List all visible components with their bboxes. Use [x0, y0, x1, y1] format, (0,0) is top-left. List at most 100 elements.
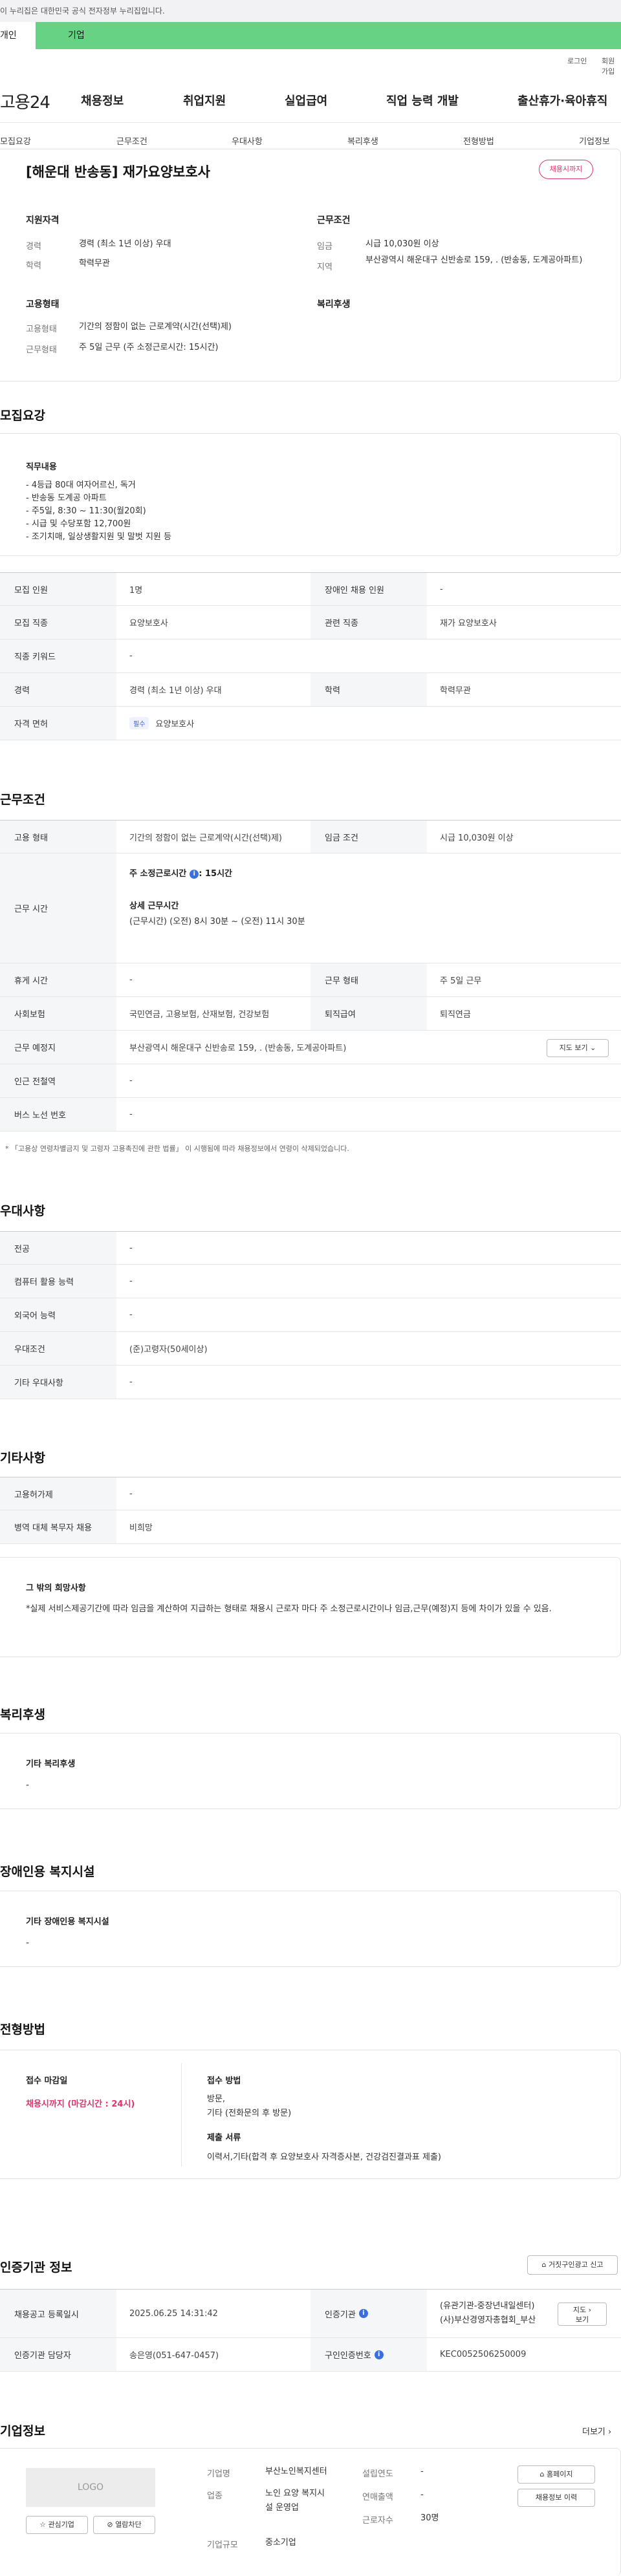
subnav-conditions[interactable]: 근무조건	[116, 134, 147, 147]
weekly-hours-label: 주 소정근로시간	[129, 869, 187, 879]
company-box: LOGO ☆ 관심기업 ⊘ 열람차단 기업명 부산노인복지센터 업종 노인 요양…	[0, 2448, 621, 2576]
gnb-item-leave[interactable]: 출산휴가·육아휴직	[518, 92, 607, 109]
gov-notice-text: 이 누리집은 대한민국 공식 전자정부 누리집입니다.	[0, 6, 165, 16]
join-link[interactable]: 회원가입	[602, 56, 621, 76]
company-more-link[interactable]: 더보기 ›	[582, 2425, 611, 2437]
table-row: 인증기관 담당자 송은영(051-647-0457) 구인인증번호 i KEC00…	[0, 2338, 621, 2372]
region-value: 부산광역시 해운대구 신반송로 159, . (반송동, 도계공아파트)	[365, 255, 583, 265]
info-icon[interactable]: i	[358, 2309, 368, 2318]
duties-line: - 주5일, 8:30 ~ 11:30(월20회)	[26, 506, 146, 516]
table-cell: 기간의 정함이 없는 근로계약(시간(선택)제)	[129, 833, 283, 843]
industry-value: 노인 요양 복지시	[265, 2489, 325, 2498]
employment-type-value: 기간의 정함이 없는 근로계약(시간(선택)제)	[79, 322, 232, 332]
org-value: (유관기관-중장년내일센터)	[440, 2301, 535, 2311]
founded-label: 설립연도	[362, 2469, 393, 2479]
table-header: 고용 형태	[0, 821, 116, 853]
org-map-label: 보기	[575, 2315, 589, 2324]
subnav-company[interactable]: 기업정보	[579, 134, 610, 147]
method-heading: 접수 방법	[207, 2076, 241, 2086]
staff-value: 30명	[420, 2513, 439, 2523]
table-header: 자격 면허	[0, 707, 116, 740]
favorite-company-button[interactable]: ☆ 관심기업	[26, 2516, 88, 2534]
site-logo[interactable]: 고용24	[0, 89, 50, 113]
table-cell: 학력무관	[440, 686, 471, 696]
chevron-right-icon: ›	[588, 2306, 592, 2314]
employment-heading: 고용형태	[26, 299, 60, 310]
tab-business[interactable]: 기업	[36, 22, 621, 49]
subnav-selection[interactable]: 전형방법	[463, 134, 494, 147]
table-header: 고용허가제	[0, 1477, 116, 1510]
table-cell: 재가 요양보호사	[440, 619, 497, 628]
gnb-item-skills[interactable]: 직업 능력 개발	[386, 92, 459, 109]
more-label: 더보기	[582, 2427, 605, 2437]
table-row: 전공 -	[0, 1231, 621, 1265]
block-company-button[interactable]: ⊘ 열람차단	[93, 2516, 155, 2534]
gnb-item-employment-support[interactable]: 취업지원	[183, 92, 226, 109]
gnb-item-jobs[interactable]: 채용정보	[81, 92, 124, 109]
welfare-section-title: 복리후생	[0, 1708, 45, 1722]
table-header: 버스 노선 번호	[0, 1098, 116, 1131]
table-header: 전공	[0, 1232, 116, 1264]
work-type-value: 주 5일 근무 (주 소정근로시간: 15시간)	[79, 343, 219, 352]
table-cell: 주 5일 근무	[440, 976, 482, 986]
career-label: 경력	[26, 242, 41, 252]
org-map-label: 지도	[572, 2306, 587, 2314]
job-history-button[interactable]: 채용정보 이력	[518, 2489, 595, 2507]
method-value: 방문,	[207, 2094, 226, 2104]
table-cell: 비희망	[129, 1523, 153, 1533]
documents-heading: 제출 서류	[207, 2133, 241, 2143]
org-map-button[interactable]: 지도 › 보기	[558, 2302, 607, 2326]
info-icon[interactable]: i	[190, 869, 199, 879]
deadline-value: 채용시까지 (마감시간 : 24시)	[26, 2099, 135, 2109]
table-row: 모집 직종 요양보호사 관련 직종 재가 요양보호사	[0, 606, 621, 639]
duties-line: - 4등급 80대 여자어르신, 독거	[26, 480, 136, 490]
welfare-box: 기타 복리후생 -	[0, 1733, 621, 1809]
table-row: 기타 우대사항 -	[0, 1366, 621, 1399]
weekly-hours: 주 소정근로시간 i: 15시간	[129, 866, 232, 879]
divider	[181, 2063, 182, 2167]
table-row: 인근 전철역 -	[0, 1064, 621, 1098]
required-chip: 필수	[129, 717, 149, 729]
login-link[interactable]: 로그인	[567, 56, 587, 66]
subnav-welfare[interactable]: 복리후생	[347, 134, 378, 147]
company-name-label: 기업명	[207, 2469, 230, 2479]
block-icon: ⊘	[107, 2520, 113, 2529]
org-label: 인증기관	[325, 2310, 356, 2320]
table-header: 근무 시간	[0, 853, 116, 963]
table-row: 병역 대체 복무자 채용 비희망	[0, 1510, 621, 1544]
education-value: 학력무관	[79, 259, 110, 268]
selection-box: 접수 마감일 채용시까지 (마감시간 : 24시) 접수 방법 방문, 기타 (…	[0, 2050, 621, 2179]
homepage-button[interactable]: ⌂ 홈페이지	[518, 2465, 595, 2484]
table-header: 직종 키워드	[0, 639, 116, 672]
tab-individual[interactable]: 개인	[0, 22, 36, 49]
info-icon[interactable]: i	[374, 2350, 384, 2359]
home-icon: ⌂	[539, 2470, 545, 2478]
method-value: 기타 (전화문의 후 방문)	[207, 2109, 292, 2118]
duties-heading: 직무내용	[26, 462, 57, 472]
table-row: 직종 키워드 -	[0, 639, 621, 673]
industry-value: 설 운영업	[265, 2503, 299, 2513]
subnav-recruit[interactable]: 모집요강	[0, 134, 31, 147]
company-name-value[interactable]: 부산노인복지센터	[265, 2465, 327, 2478]
table-cell: 1명	[129, 585, 143, 596]
table-header: 근무 예정지	[0, 1031, 116, 1064]
table-cell: 필수 요양보호사	[116, 707, 621, 740]
table-header: 외국어 능력	[0, 1298, 116, 1331]
table-header: 장애인 채용 인원	[310, 573, 427, 605]
company-logo-placeholder: LOGO	[26, 2468, 155, 2507]
table-row: 채용공고 등록일시 2025.06.25 14:31:42 인증기관 i (유관기…	[0, 2289, 621, 2338]
table-header: 학력	[310, 673, 427, 706]
education-label: 학력	[26, 261, 41, 271]
table-row: 휴게 시간 - 근무 형태 주 5일 근무	[0, 963, 621, 997]
table-cell: -	[129, 1276, 133, 1286]
gnb-item-unemployment-benefit[interactable]: 실업급여	[285, 92, 327, 109]
map-view-button[interactable]: 지도 보기 ⌄	[547, 1039, 609, 1057]
table-cell: 2025.06.25 14:31:42	[129, 2308, 218, 2319]
false-ad-report-button[interactable]: ⌂ 거짓구인광고 신고	[527, 2255, 618, 2275]
extra-requests-heading: 그 밖의 희망사항	[26, 1583, 86, 1593]
table-header: 기타 우대사항	[0, 1366, 116, 1399]
table-row: 모집 인원 1명 장애인 채용 인원 -	[0, 572, 621, 606]
subnav-preference[interactable]: 우대사항	[232, 134, 263, 147]
company-size-value: 중소기업	[265, 2538, 296, 2548]
license-value: 요양보호사	[155, 720, 195, 729]
